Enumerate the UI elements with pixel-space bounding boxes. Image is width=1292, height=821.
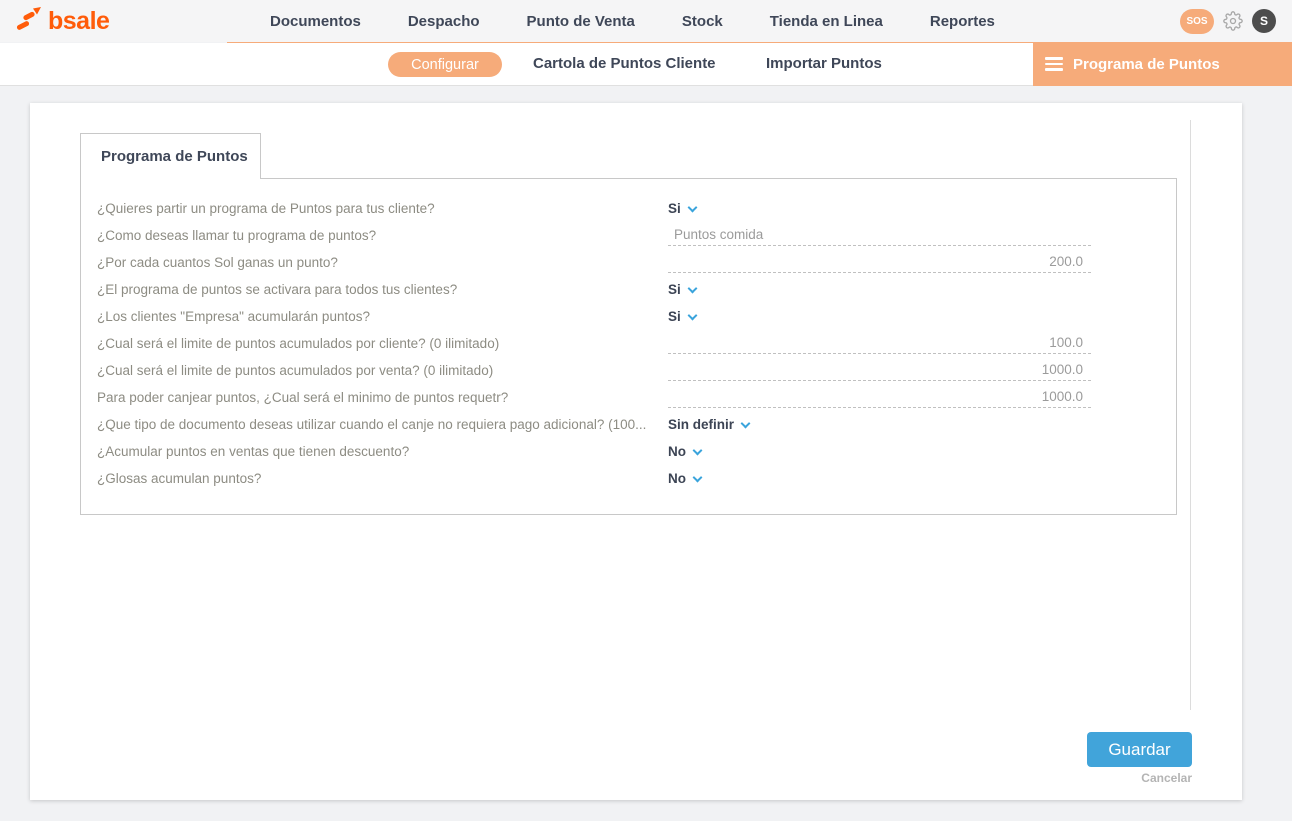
form-row: ¿El programa de puntos se activara para … bbox=[97, 276, 1176, 303]
form-row: Para poder canjear puntos, ¿Cual será el… bbox=[97, 384, 1176, 411]
question-limit-per-sale: ¿Cual será el limite de puntos acumulado… bbox=[97, 363, 668, 378]
min-points-redeem-input[interactable] bbox=[668, 387, 1091, 408]
select-empresa-clients[interactable]: Si bbox=[668, 309, 696, 324]
top-right-controls: SOS S bbox=[1180, 0, 1276, 42]
tab-cartola-de-puntos[interactable]: Cartola de Puntos Cliente bbox=[533, 55, 716, 72]
form-row: ¿Por cada cuantos Sol ganas un punto? bbox=[97, 249, 1176, 276]
form-row: ¿Cual será el limite de puntos acumulado… bbox=[97, 357, 1176, 384]
select-glosas[interactable]: No bbox=[668, 471, 701, 486]
bsale-logo[interactable]: bsale bbox=[16, 7, 109, 34]
tab-configurar[interactable]: Configurar bbox=[388, 52, 502, 77]
cancel-link[interactable]: Cancelar bbox=[1141, 771, 1192, 785]
top-bar: bsale Documentos Despacho Punto de Venta… bbox=[0, 0, 1292, 42]
form-row: ¿Acumular puntos en ventas que tienen de… bbox=[97, 438, 1176, 465]
chevron-down-icon bbox=[693, 472, 703, 482]
select-discount-sales[interactable]: No bbox=[668, 444, 701, 459]
question-start-program: ¿Quieres partir un programa de Puntos pa… bbox=[97, 201, 668, 216]
user-avatar[interactable]: S bbox=[1252, 9, 1276, 33]
form-row: ¿Quieres partir un programa de Puntos pa… bbox=[97, 195, 1176, 222]
select-value: Si bbox=[668, 309, 681, 324]
form-row: ¿Glosas acumulan puntos? No bbox=[97, 465, 1176, 492]
sos-badge[interactable]: SOS bbox=[1180, 9, 1214, 34]
question-min-points-redeem: Para poder canjear puntos, ¿Cual será el… bbox=[97, 390, 668, 405]
nav-documentos[interactable]: Documentos bbox=[270, 13, 361, 30]
chevron-down-icon bbox=[687, 310, 697, 320]
bsale-logo-icon bbox=[16, 7, 42, 34]
form-row: ¿Que tipo de documento deseas utilizar c… bbox=[97, 411, 1176, 438]
context-header[interactable]: Programa de Puntos bbox=[1033, 42, 1292, 86]
nav-punto-de-venta[interactable]: Punto de Venta bbox=[527, 13, 635, 30]
main-nav: Documentos Despacho Punto de Venta Stock… bbox=[270, 0, 995, 42]
form-row: ¿Los clientes "Empresa" acumularán punto… bbox=[97, 303, 1176, 330]
question-all-clients: ¿El programa de puntos se activara para … bbox=[97, 282, 668, 297]
question-sol-per-point: ¿Por cada cuantos Sol ganas un punto? bbox=[97, 255, 668, 270]
tab-importar-puntos[interactable]: Importar Puntos bbox=[766, 55, 882, 72]
select-value: Si bbox=[668, 201, 681, 216]
select-value: No bbox=[668, 444, 686, 459]
sub-nav: Configurar Cartola de Puntos Cliente Imp… bbox=[0, 43, 1292, 86]
points-program-form: ¿Quieres partir un programa de Puntos pa… bbox=[80, 178, 1177, 515]
context-title: Programa de Puntos bbox=[1073, 56, 1220, 73]
save-button[interactable]: Guardar bbox=[1087, 732, 1192, 767]
bsale-wordmark: bsale bbox=[48, 8, 109, 34]
form-row: ¿Cual será el limite de puntos acumulado… bbox=[97, 330, 1176, 357]
question-limit-per-client: ¿Cual será el limite de puntos acumulado… bbox=[97, 336, 668, 351]
question-document-type: ¿Que tipo de documento deseas utilizar c… bbox=[97, 417, 668, 432]
select-value: Si bbox=[668, 282, 681, 297]
limit-per-sale-input[interactable] bbox=[668, 360, 1091, 381]
sol-per-point-input[interactable] bbox=[668, 252, 1091, 273]
select-value: No bbox=[668, 471, 686, 486]
select-value: Sin definir bbox=[668, 417, 734, 432]
settings-button[interactable] bbox=[1223, 11, 1243, 31]
limit-per-client-input[interactable] bbox=[668, 333, 1091, 354]
question-discount-sales: ¿Acumular puntos en ventas que tienen de… bbox=[97, 444, 668, 459]
chevron-down-icon bbox=[687, 202, 697, 212]
chevron-down-icon bbox=[687, 283, 697, 293]
select-document-type[interactable]: Sin definir bbox=[668, 417, 749, 432]
gear-icon bbox=[1223, 11, 1243, 31]
question-glosas: ¿Glosas acumulan puntos? bbox=[97, 471, 668, 486]
nav-reportes[interactable]: Reportes bbox=[930, 13, 995, 30]
panel-tab-programa-de-puntos[interactable]: Programa de Puntos bbox=[80, 133, 261, 179]
program-name-input[interactable] bbox=[668, 225, 1091, 246]
form-row: ¿Como deseas llamar tu programa de punto… bbox=[97, 222, 1176, 249]
content-card: Programa de Puntos ¿Quieres partir un pr… bbox=[30, 103, 1242, 800]
select-start-program[interactable]: Si bbox=[668, 201, 696, 216]
question-empresa-clients: ¿Los clientes "Empresa" acumularán punto… bbox=[97, 309, 668, 324]
nav-despacho[interactable]: Despacho bbox=[408, 13, 480, 30]
question-program-name: ¿Como deseas llamar tu programa de punto… bbox=[97, 228, 668, 243]
select-all-clients[interactable]: Si bbox=[668, 282, 696, 297]
menu-icon bbox=[1045, 57, 1063, 71]
nav-tienda-en-linea[interactable]: Tienda en Linea bbox=[770, 13, 883, 30]
vertical-divider bbox=[1190, 120, 1191, 710]
chevron-down-icon bbox=[693, 445, 703, 455]
nav-stock[interactable]: Stock bbox=[682, 13, 723, 30]
chevron-down-icon bbox=[741, 418, 751, 428]
